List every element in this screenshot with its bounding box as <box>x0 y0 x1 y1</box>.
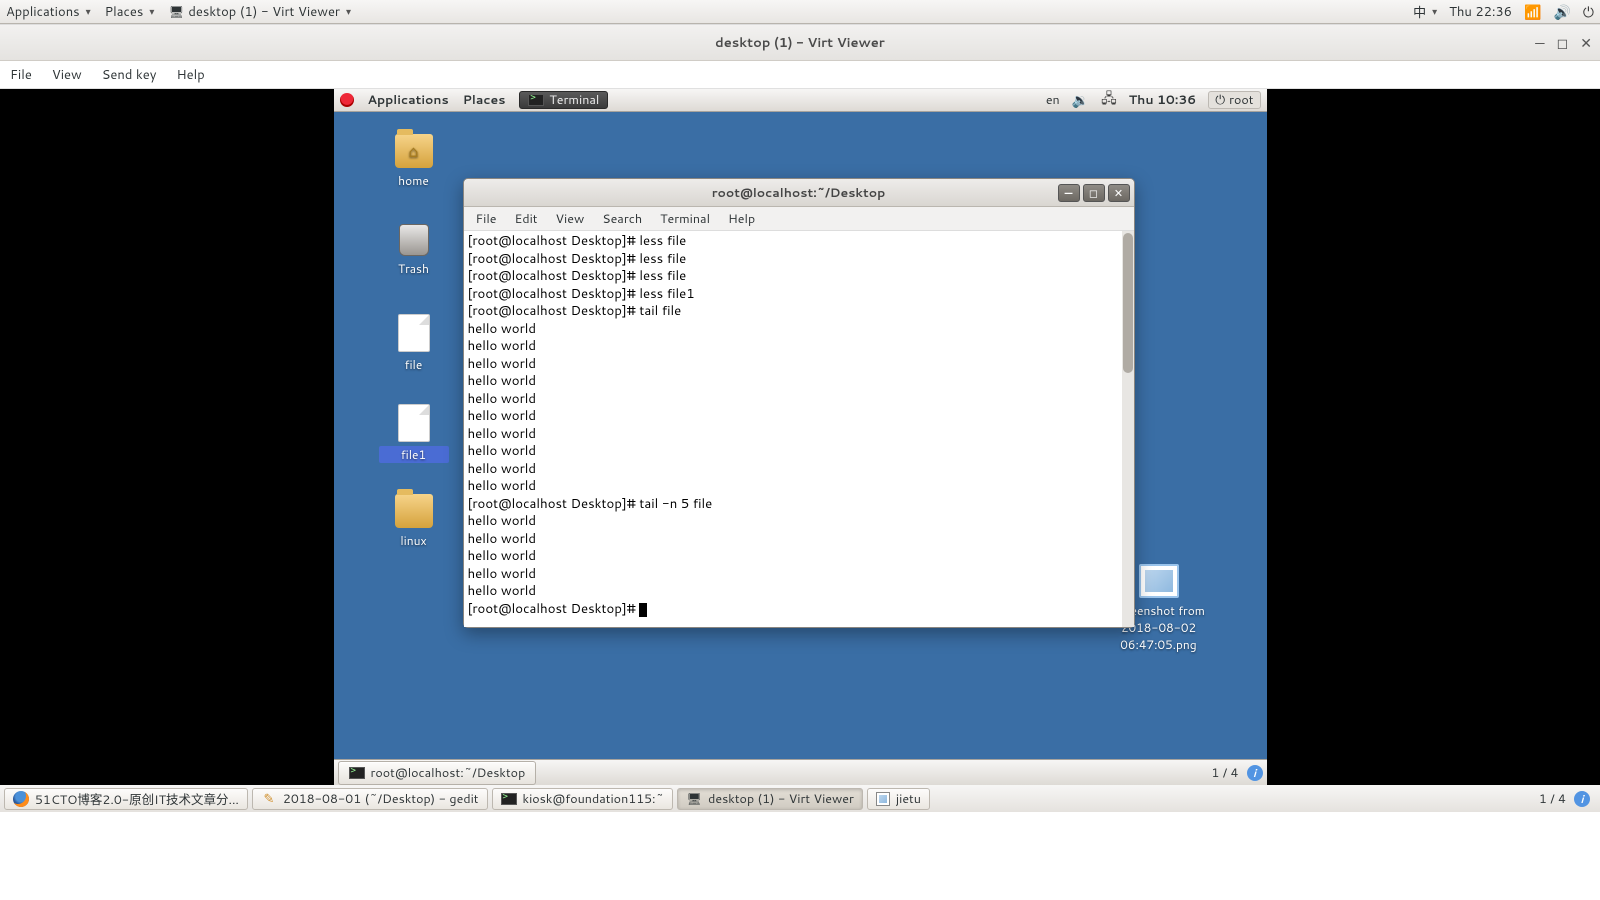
terminal-menu-terminal[interactable]: Terminal <box>660 210 710 228</box>
document-icon <box>398 314 430 352</box>
terminal-menu-view[interactable]: View <box>556 210 585 228</box>
host-workspace-indicator[interactable]: 1 / 4 <box>1539 790 1566 808</box>
terminal-menu-file[interactable]: File <box>476 210 497 228</box>
virt-menu-sendkey[interactable]: Send key <box>102 66 157 84</box>
desktop-icon-linux[interactable]: linux <box>379 494 449 549</box>
terminal-scrollbar[interactable] <box>1122 231 1134 627</box>
guest-clock[interactable]: Thu 10:36 <box>1129 91 1196 109</box>
virt-menubar: File View Send key Help <box>0 61 1600 89</box>
window-maximize-button[interactable]: ◻ <box>1557 33 1569 53</box>
host-notification-icon[interactable]: i <box>1574 791 1590 807</box>
terminal-menubar: File Edit View Search Terminal Help <box>464 207 1134 231</box>
trash-icon <box>399 224 429 256</box>
image-icon <box>876 792 890 806</box>
virt-viewer-window: desktop (1) - Virt Viewer — ◻ ✕ File Vie… <box>0 24 1600 784</box>
monitor-icon: 🖥 <box>168 4 184 20</box>
host-task-terminal[interactable]: kiosk@foundation115:~ <box>492 788 674 810</box>
host-active-window-menu[interactable]: 🖥 desktop (1) - Virt Viewer <box>168 3 351 21</box>
guest-user-menu[interactable]: ⏻ root <box>1208 91 1260 109</box>
power-icon[interactable]: ⏻ <box>1583 2 1594 22</box>
virt-menu-view[interactable]: View <box>52 66 82 84</box>
terminal-menu-edit[interactable]: Edit <box>514 210 537 228</box>
virt-menu-help[interactable]: Help <box>176 66 204 84</box>
redhat-icon <box>340 93 354 107</box>
terminal-icon <box>528 94 544 106</box>
desktop-icon-trash[interactable]: Trash <box>379 224 449 277</box>
guest-notification-icon[interactable]: i <box>1247 765 1263 781</box>
virt-titlebar: desktop (1) - Virt Viewer — ◻ ✕ <box>0 25 1600 61</box>
firefox-icon <box>13 791 29 807</box>
guest-applications-menu[interactable]: Applications <box>368 91 449 109</box>
terminal-window[interactable]: root@localhost:~/Desktop — ◻ ✕ File Edit… <box>463 178 1135 628</box>
guest-task-terminal[interactable]: root@localhost:~/Desktop <box>338 761 537 785</box>
window-close-button[interactable]: ✕ <box>1580 33 1592 53</box>
host-task-browser[interactable]: 51CTO博客2.0-原创IT技术文章分... <box>4 788 248 810</box>
terminal-close-button[interactable]: ✕ <box>1108 184 1130 202</box>
folder-home-icon <box>395 134 433 168</box>
guest-places-menu[interactable]: Places <box>463 91 506 109</box>
terminal-cursor <box>639 603 647 617</box>
terminal-menu-search[interactable]: Search <box>602 210 642 228</box>
document-icon <box>398 404 430 442</box>
host-bottom-panel: 51CTO博客2.0-原创IT技术文章分... 2018-08-01 (~/De… <box>0 784 1600 812</box>
guest-network-icon[interactable]: 🖧 <box>1101 89 1117 112</box>
terminal-minimize-button[interactable]: — <box>1058 184 1080 202</box>
vm-stage: Applications Places Terminal en 🔉 🖧 Thu … <box>0 89 1600 785</box>
terminal-output: [root@localhost Desktop]# less file [roo… <box>464 231 1134 620</box>
image-file-icon <box>1139 564 1179 598</box>
terminal-title: root@localhost:~/Desktop <box>712 184 886 202</box>
guest-taskbar-terminal[interactable]: Terminal <box>519 91 608 109</box>
monitor-icon: 🖥 <box>686 791 702 807</box>
guest-workspace-indicator[interactable]: 1 / 4 <box>1211 764 1238 782</box>
host-applications-menu[interactable]: Applications <box>6 3 91 21</box>
terminal-body[interactable]: [root@localhost Desktop]# less file [roo… <box>464 231 1134 627</box>
terminal-maximize-button[interactable]: ◻ <box>1083 184 1105 202</box>
host-task-virtviewer[interactable]: 🖥 desktop (1) - Virt Viewer <box>677 788 863 810</box>
gedit-icon <box>261 791 277 807</box>
scrollbar-thumb[interactable] <box>1123 233 1133 373</box>
wifi-icon[interactable]: 📶 <box>1524 2 1541 22</box>
vm-screen[interactable]: Applications Places Terminal en 🔉 🖧 Thu … <box>334 89 1267 785</box>
desktop-icon-home[interactable]: home <box>379 134 449 189</box>
terminal-icon <box>349 767 365 779</box>
terminal-menu-help[interactable]: Help <box>728 210 755 228</box>
guest-top-panel: Applications Places Terminal en 🔉 🖧 Thu … <box>334 89 1267 112</box>
host-places-menu[interactable]: Places <box>105 3 155 21</box>
guest-lang-indicator[interactable]: en <box>1046 91 1060 109</box>
ime-indicator[interactable]: 中 <box>1413 2 1437 22</box>
volume-icon[interactable]: 🔊 <box>1553 2 1570 22</box>
terminal-icon <box>501 793 517 805</box>
power-small-icon: ⏻ <box>1215 91 1225 109</box>
folder-icon <box>395 494 433 528</box>
desktop-icon-file[interactable]: file <box>379 314 449 373</box>
host-task-gedit[interactable]: 2018-08-01 (~/Desktop) - gedit <box>252 788 488 810</box>
window-minimize-button[interactable]: — <box>1535 33 1544 53</box>
desktop-icon-file1[interactable]: file1 <box>379 404 449 463</box>
host-clock[interactable]: Thu 22:36 <box>1449 3 1512 21</box>
host-top-panel: Applications Places 🖥 desktop (1) - Virt… <box>0 0 1600 24</box>
virt-title: desktop (1) - Virt Viewer <box>715 34 885 52</box>
host-task-jietu[interactable]: jietu <box>867 788 930 810</box>
virt-menu-file[interactable]: File <box>10 66 32 84</box>
guest-volume-icon[interactable]: 🔉 <box>1072 90 1089 110</box>
terminal-titlebar[interactable]: root@localhost:~/Desktop — ◻ ✕ <box>464 179 1134 207</box>
guest-bottom-panel: root@localhost:~/Desktop 1 / 4 i <box>334 759 1267 785</box>
